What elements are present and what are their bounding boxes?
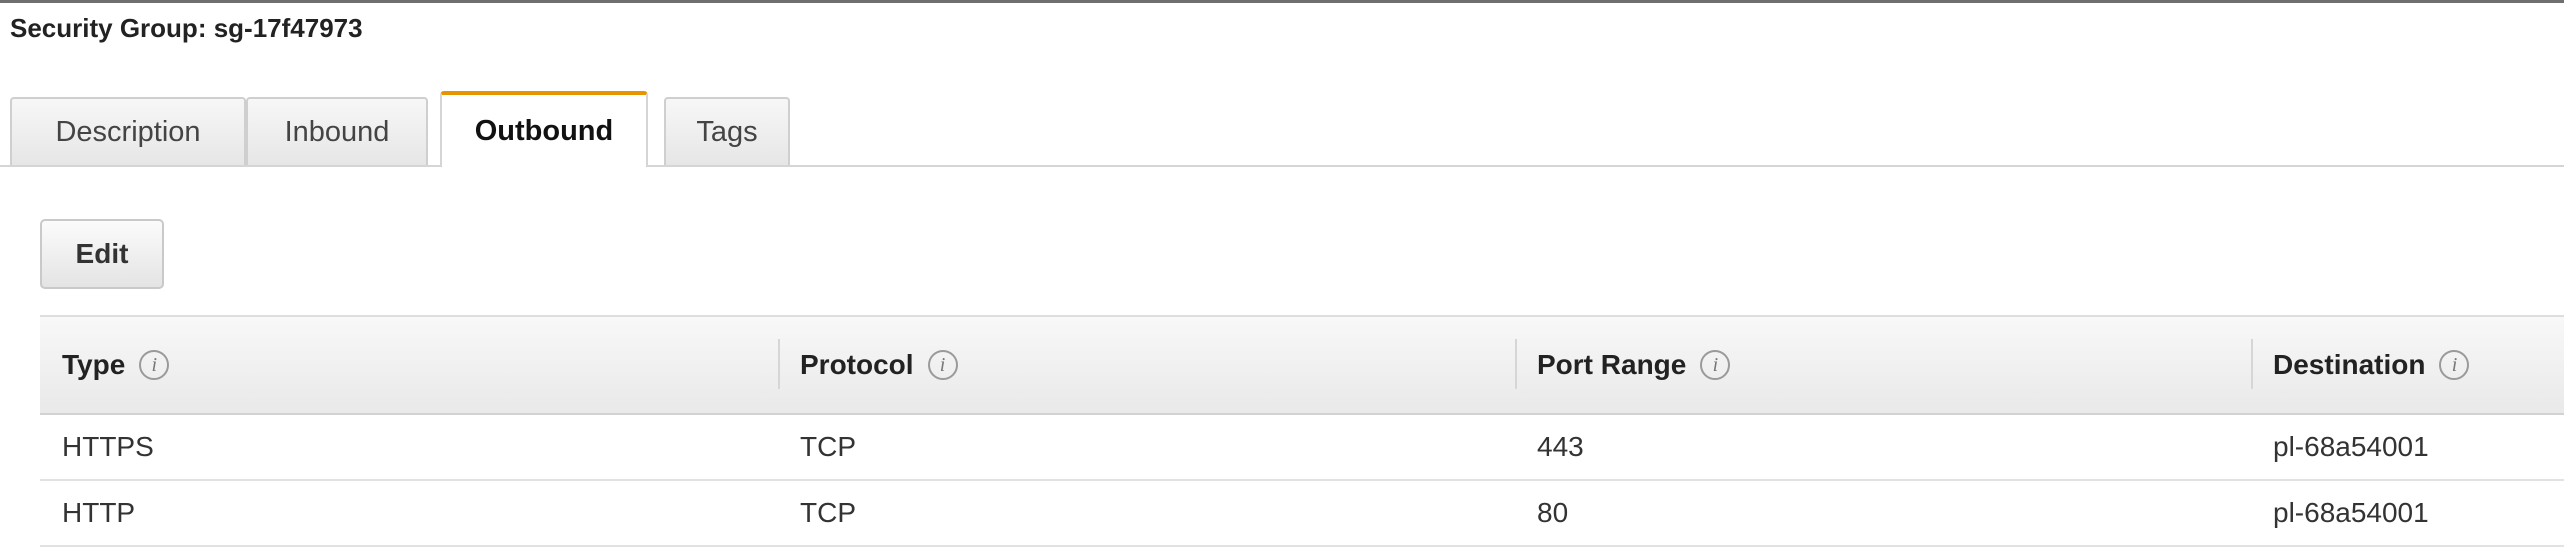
info-circle-icon[interactable]: i — [2439, 350, 2470, 380]
column-divider — [2251, 339, 2253, 389]
table-row[interactable]: HTTPS TCP 443 pl-68a54001 — [40, 415, 2564, 481]
column-header-label: Destination — [2273, 349, 2426, 380]
info-circle-icon[interactable]: i — [1700, 350, 1731, 380]
column-header-protocol[interactable]: Protocol i — [778, 317, 958, 413]
column-header-destination[interactable]: Destination i — [2251, 317, 2470, 413]
cell-protocol: TCP — [800, 431, 856, 462]
info-circle-icon[interactable]: i — [927, 350, 958, 380]
page-title: Security Group: sg-17f47973 — [10, 13, 363, 43]
outbound-rules-table: Type i Protocol i Port Range i Destinati… — [40, 315, 2564, 547]
tab-outbound[interactable]: Outbound — [440, 91, 648, 167]
column-divider — [1515, 339, 1517, 389]
column-header-port-range[interactable]: Port Range i — [1515, 317, 1731, 413]
cell-port-range: 80 — [1537, 497, 1569, 528]
table-header: Type i Protocol i Port Range i Destinati… — [40, 315, 2564, 415]
cell-destination: pl-68a54001 — [2273, 497, 2429, 528]
tab-description[interactable]: Description — [10, 97, 246, 165]
security-group-panel: Security Group: sg-17f47973 Description … — [0, 0, 2564, 560]
table-row[interactable]: HTTP TCP 80 pl-68a54001 — [40, 481, 2564, 547]
cell-protocol: TCP — [800, 497, 856, 528]
tab-tags[interactable]: Tags — [664, 97, 790, 165]
column-divider — [778, 339, 780, 389]
cell-type: HTTP — [62, 497, 136, 528]
cell-type: HTTPS — [62, 431, 154, 462]
column-header-label: Protocol — [800, 349, 914, 380]
column-header-type[interactable]: Type i — [62, 317, 170, 413]
edit-button[interactable]: Edit — [40, 219, 164, 289]
tab-bar: Description Inbound Outbound Tags — [0, 91, 2564, 167]
cell-port-range: 443 — [1537, 431, 1584, 462]
column-header-label: Type — [62, 349, 126, 380]
tab-inbound[interactable]: Inbound — [246, 97, 428, 165]
column-header-label: Port Range — [1537, 349, 1687, 380]
cell-destination: pl-68a54001 — [2273, 431, 2429, 462]
info-circle-icon[interactable]: i — [139, 350, 170, 380]
